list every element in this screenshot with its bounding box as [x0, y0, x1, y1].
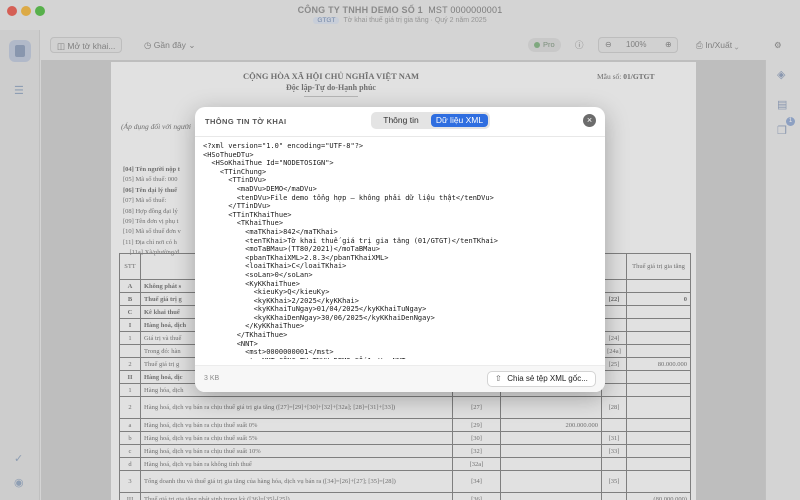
share-xml-label: Chia sẻ tệp XML gốc... [507, 374, 588, 383]
tab-xml-data[interactable]: Dữ liệu XML [431, 114, 488, 127]
tab-info[interactable]: Thông tin [373, 114, 429, 127]
app-window: CÔNG TY TNHH DEMO SỐ 1 MST 0000000001 GT… [0, 0, 800, 500]
xml-content[interactable]: <?xml version="1.0" encoding="UTF-8"?> <… [203, 142, 601, 359]
declaration-info-dialog: THÔNG TIN TỜ KHAI Thông tin Dữ liệu XML … [195, 107, 605, 392]
dialog-header: THÔNG TIN TỜ KHAI Thông tin Dữ liệu XML … [195, 107, 605, 137]
share-xml-button[interactable]: ⇧ Chia sẻ tệp XML gốc... [487, 371, 596, 387]
close-icon[interactable]: × [583, 114, 596, 127]
share-icon: ⇧ [495, 374, 502, 383]
file-size: 3 KB [204, 375, 220, 382]
dialog-title: THÔNG TIN TỜ KHAI [205, 117, 287, 126]
view-segmented-control: Thông tin Dữ liệu XML [371, 112, 490, 129]
dialog-footer: 3 KB ⇧ Chia sẻ tệp XML gốc... [195, 365, 605, 392]
